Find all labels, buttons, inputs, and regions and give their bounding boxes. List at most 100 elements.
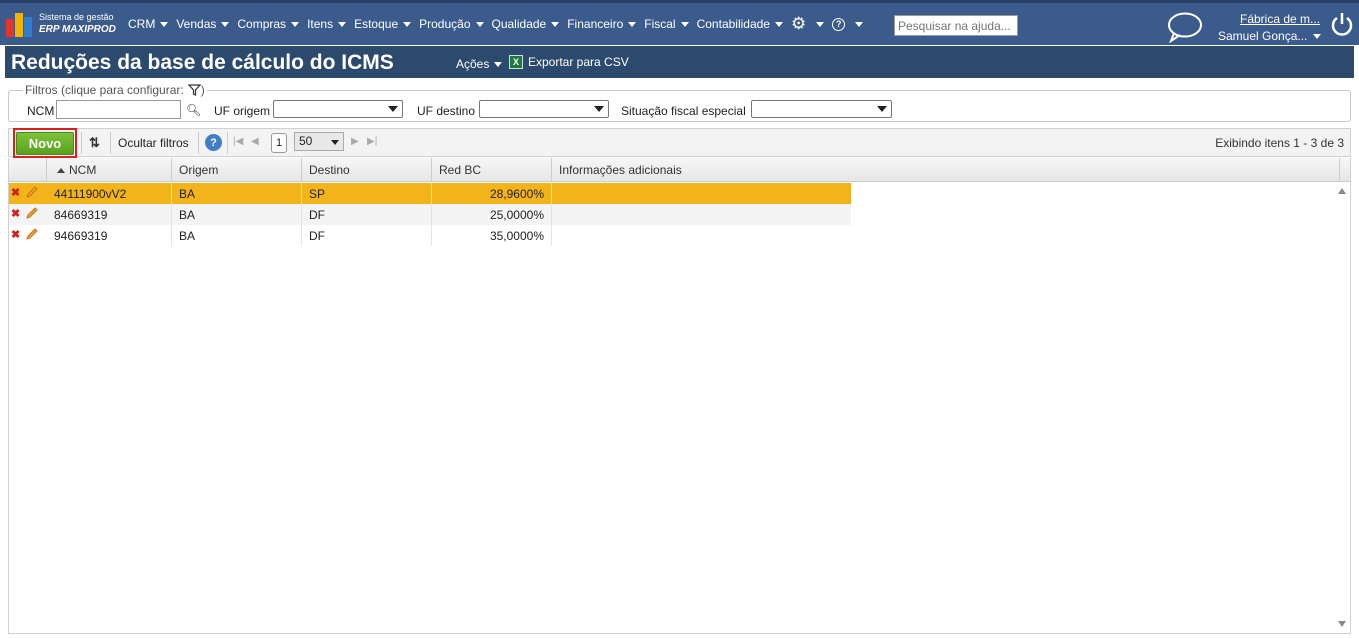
cell-origem: BA <box>172 225 302 246</box>
menu-contabilidade[interactable]: Contabilidade <box>697 17 783 31</box>
help-icon[interactable]: ? <box>205 134 222 151</box>
edit-pencil-icon[interactable] <box>25 185 39 199</box>
toolbar-divider <box>198 132 199 154</box>
column-header-destino[interactable]: Destino <box>302 158 432 182</box>
scroll-down-arrow[interactable] <box>1338 621 1346 627</box>
menu-help[interactable]: ? <box>832 17 864 31</box>
chevron-down-icon <box>475 21 484 27</box>
main-menu: CRM Vendas Compras Itens Estoque Produçã… <box>128 14 871 33</box>
user-menu[interactable]: Samuel Gonça... <box>1218 29 1322 43</box>
chevron-down-icon <box>1313 33 1322 39</box>
menu-crm[interactable]: CRM <box>128 17 169 31</box>
cell-destino: DF <box>302 225 432 246</box>
menu-fiscal[interactable]: Fiscal <box>644 17 689 31</box>
erp-logo[interactable]: Sistema de gestão ERP MAXIPROD <box>6 11 126 39</box>
cell-red-bc: 35,0000% <box>432 225 552 246</box>
filters-panel: Filtros (clique para configurar: ) NCM 🔍… <box>8 83 1351 122</box>
refresh-icon[interactable]: ⇅ <box>89 135 100 151</box>
menu-financeiro[interactable]: Financeiro <box>567 17 637 31</box>
cell-red-bc: 25,0000% <box>432 204 552 225</box>
column-header-origem[interactable]: Origem <box>172 158 302 182</box>
toolbar-divider <box>227 132 228 154</box>
table-row[interactable]: ✖ 84669319 BA DF 25,0000% <box>9 204 851 225</box>
ncm-filter-label: NCM <box>27 104 55 118</box>
situacao-fiscal-select[interactable] <box>751 100 892 118</box>
chat-icon[interactable] <box>1166 11 1204 43</box>
actions-menu[interactable]: Ações <box>456 57 503 71</box>
cell-origem: BA <box>172 183 302 204</box>
cell-ncm: 84669319 <box>47 204 172 225</box>
situacao-fiscal-label: Situação fiscal especial <box>621 104 746 118</box>
cell-ncm: 44111900vV2 <box>47 183 172 204</box>
logo-title: ERP MAXIPROD <box>39 24 116 35</box>
chevron-down-icon <box>774 21 783 27</box>
top-nav-bar: Sistema de gestão ERP MAXIPROD CRM Venda… <box>0 0 1359 45</box>
uf-destino-select[interactable] <box>479 100 609 118</box>
column-header-ncm[interactable]: NCM <box>47 158 172 182</box>
chevron-down-icon <box>680 21 689 27</box>
page-title-bar: Reduções da base de cálculo do ICMS Açõe… <box>5 46 1354 78</box>
chevron-down-icon <box>221 21 230 27</box>
chevron-down-icon <box>628 21 637 27</box>
ncm-filter-input[interactable] <box>56 100 181 119</box>
grid-header: NCM Origem Destino Red BC Informações ad… <box>9 158 1350 182</box>
funnel-icon[interactable] <box>187 84 201 96</box>
logo-subtitle: Sistema de gestão <box>39 12 114 22</box>
chevron-down-icon <box>494 61 503 67</box>
chevron-down-icon <box>855 21 864 27</box>
uf-destino-label: UF destino <box>417 104 476 118</box>
cell-informacoes <box>552 183 851 204</box>
toolbar-divider <box>110 132 111 154</box>
scroll-up-arrow[interactable] <box>1338 188 1346 194</box>
menu-estoque[interactable]: Estoque <box>354 17 412 31</box>
toolbar-divider <box>81 132 82 154</box>
last-page-icon[interactable]: ▶| <box>367 136 377 147</box>
grid-toolbar: Novo ⇅ Ocultar filtros ? |◀ ◀ 1 50 ▶ ▶| … <box>8 128 1351 158</box>
prev-page-icon[interactable]: ◀ <box>251 136 259 147</box>
next-page-icon[interactable]: ▶ <box>351 136 359 147</box>
cell-origem: BA <box>172 204 302 225</box>
current-page[interactable]: 1 <box>271 133 287 153</box>
company-link[interactable]: Fábrica de m... <box>1240 12 1320 26</box>
filters-legend[interactable]: Filtros (clique para configurar: ) <box>23 83 207 97</box>
items-count: Exibindo itens 1 - 3 de 3 <box>1215 136 1344 150</box>
first-page-icon[interactable]: |◀ <box>233 136 243 147</box>
column-header-informacoes[interactable]: Informações adicionais <box>552 158 1340 182</box>
column-header-red-bc[interactable]: Red BC <box>432 158 552 182</box>
chevron-down-icon <box>291 21 300 27</box>
table-row[interactable]: ✖ 44111900vV2 BA SP 28,9600% <box>9 183 851 204</box>
search-icon[interactable]: 🔍︎ <box>186 103 201 117</box>
power-icon[interactable] <box>1330 12 1354 38</box>
delete-icon[interactable]: ✖ <box>11 228 20 241</box>
cell-destino: SP <box>302 183 432 204</box>
menu-settings[interactable]: ⚙ <box>790 14 825 33</box>
delete-icon[interactable]: ✖ <box>11 207 20 220</box>
hide-filters-button[interactable]: Ocultar filtros <box>118 136 189 150</box>
help-icon: ? <box>832 17 846 31</box>
table-row[interactable]: ✖ 94669319 BA DF 35,0000% <box>9 225 851 246</box>
menu-vendas[interactable]: Vendas <box>176 17 230 31</box>
cell-destino: DF <box>302 204 432 225</box>
cell-informacoes <box>552 225 851 246</box>
delete-icon[interactable]: ✖ <box>11 186 20 199</box>
chevron-down-icon <box>160 21 169 27</box>
sort-ascending-icon <box>57 168 65 173</box>
uf-origem-label: UF origem <box>214 104 271 118</box>
menu-producao[interactable]: Produção <box>419 17 484 31</box>
excel-icon: X <box>509 55 523 69</box>
novo-button[interactable]: Novo <box>16 132 74 155</box>
gear-icon: ⚙ <box>790 14 807 33</box>
cell-red-bc: 28,9600% <box>432 183 552 204</box>
data-grid: NCM Origem Destino Red BC Informações ad… <box>8 158 1351 634</box>
edit-pencil-icon[interactable] <box>25 206 39 220</box>
edit-pencil-icon[interactable] <box>25 227 39 241</box>
page-title: Reduções da base de cálculo do ICMS <box>11 51 394 74</box>
menu-qualidade[interactable]: Qualidade <box>492 17 560 31</box>
uf-origem-select[interactable] <box>273 100 403 118</box>
help-search-input[interactable] <box>894 15 1018 36</box>
page-size-select[interactable]: 50 <box>294 132 344 151</box>
menu-itens[interactable]: Itens <box>307 17 347 31</box>
export-csv-button[interactable]: X Exportar para CSV <box>509 55 629 69</box>
logo-mark-icon <box>6 13 32 37</box>
menu-compras[interactable]: Compras <box>237 17 300 31</box>
